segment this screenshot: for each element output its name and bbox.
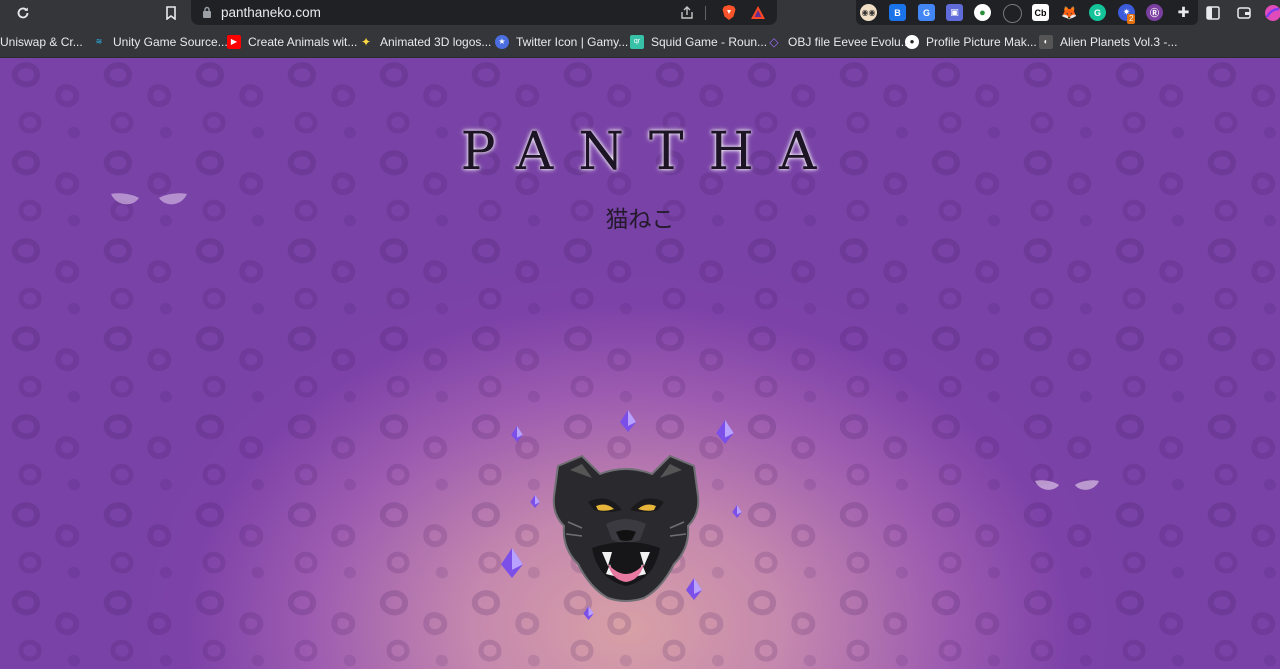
page-viewport: PANTHA 猫ねこ	[0, 58, 1280, 669]
reload-icon[interactable]	[13, 3, 33, 23]
extension-badge: 2	[1127, 14, 1136, 24]
bookmark-label: Twitter Icon | Gamy...	[516, 34, 629, 49]
bookmark-label: Squid Game - Roun...	[651, 34, 768, 49]
ethereum-gem-icon	[530, 495, 540, 508]
cb-label: Cb	[1034, 7, 1047, 18]
translate-icon[interactable]: G	[918, 4, 935, 21]
glowing-eyes-right	[1035, 480, 1099, 490]
profile-avatar-icon[interactable]	[1263, 3, 1280, 23]
coinbase-extension-icon[interactable]: Cb	[1032, 4, 1049, 21]
bookmark-label: Animated 3D logos...	[380, 34, 492, 49]
browser-toolbar: panthaneko.com ◉◉ B G ▣ ● Cb 🦊 G ✷ Ⓡ ✚ 2	[0, 0, 1280, 26]
unity-icon: ≋	[95, 37, 103, 46]
qr-icon: qr	[630, 34, 644, 49]
omnibox-divider	[705, 6, 706, 20]
ethereum-gem-icon	[501, 548, 523, 578]
bookmark-obj-eevee[interactable]: ◇ OBJ file Eevee Evolu...	[767, 26, 911, 57]
youtube-icon: ▶	[227, 34, 241, 49]
ethereum-gem-icon	[583, 606, 594, 620]
profile-icon: ●	[905, 34, 919, 49]
sparkle-icon: ✦	[360, 34, 372, 49]
bookmark-unity[interactable]: ≋ Unity Game Source...	[92, 26, 228, 57]
bookmark-squid-game[interactable]: qr Squid Game - Roun...	[630, 26, 767, 57]
globe-extension-icon[interactable]: ●	[974, 4, 991, 21]
extensions-tray: ◉◉ B G ▣ ● Cb 🦊 G ✷ Ⓡ ✚	[856, 0, 1198, 25]
bookmark-uniswap[interactable]: Uniswap & Cr...	[0, 26, 83, 57]
bookmark-label: OBJ file Eevee Evolu...	[788, 34, 911, 49]
star-icon: ★	[495, 34, 509, 49]
bookmark-alien-planets[interactable]: ◐ Alien Planets Vol.3 -...	[1039, 26, 1177, 57]
obj-icon: ◇	[769, 34, 779, 49]
grammarly-icon[interactable]: G	[1089, 4, 1106, 21]
ethereum-gem-icon	[716, 420, 734, 444]
share-icon[interactable]	[678, 4, 696, 22]
bookmark-label: Alien Planets Vol.3 -...	[1060, 34, 1178, 49]
bookmark-profile-picture[interactable]: ● Profile Picture Mak...	[905, 26, 1037, 57]
purple-extension-icon[interactable]: Ⓡ	[1146, 4, 1163, 21]
brave-rewards-icon[interactable]	[750, 5, 766, 20]
site-subtitle: 猫ねこ	[605, 207, 675, 233]
bitwarden-icon[interactable]: B	[889, 4, 906, 21]
glowing-eyes-left	[111, 193, 187, 205]
address-bar[interactable]: panthaneko.com	[191, 0, 777, 25]
bookmark-label: Profile Picture Mak...	[926, 34, 1037, 49]
bookmark-label: Unity Game Source...	[113, 34, 228, 49]
metamask-fox-icon[interactable]: 🦊	[1061, 4, 1078, 21]
ethereum-gem-icon	[732, 505, 742, 518]
panther-head-logo	[552, 454, 700, 602]
url-text[interactable]: panthaneko.com	[221, 5, 321, 20]
bookmark-star-icon[interactable]	[161, 3, 181, 23]
ethereum-gem-icon	[511, 426, 523, 442]
lock-icon[interactable]	[202, 6, 212, 18]
bookmark-label: Create Animals wit...	[248, 34, 358, 49]
wallet-icon[interactable]	[1234, 3, 1254, 23]
site-title: PANTHA	[460, 122, 842, 182]
puzzle-extensions-icon[interactable]: ✚	[1175, 4, 1192, 21]
bookmark-label: Uniswap & Cr...	[0, 34, 83, 49]
avatar-extension-icon[interactable]: ◉◉	[860, 4, 877, 21]
dark-circle-icon[interactable]	[1003, 4, 1022, 23]
ethereum-gem-icon	[620, 410, 636, 432]
bookmark-animated-logos[interactable]: ✦ Animated 3D logos...	[359, 26, 491, 57]
bookmarks-bar: Uniswap & Cr... ≋ Unity Game Source... ▶…	[0, 26, 1280, 58]
screen-capture-icon[interactable]: ▣	[946, 4, 963, 21]
bookmark-youtube[interactable]: ▶ Create Animals wit...	[227, 26, 357, 57]
brave-shields-icon[interactable]	[721, 4, 737, 21]
sidebar-toggle-icon[interactable]	[1203, 3, 1223, 23]
alien-icon: ◐	[1039, 34, 1053, 49]
bookmark-twitter-icon[interactable]: ★ Twitter Icon | Gamy...	[495, 26, 628, 57]
